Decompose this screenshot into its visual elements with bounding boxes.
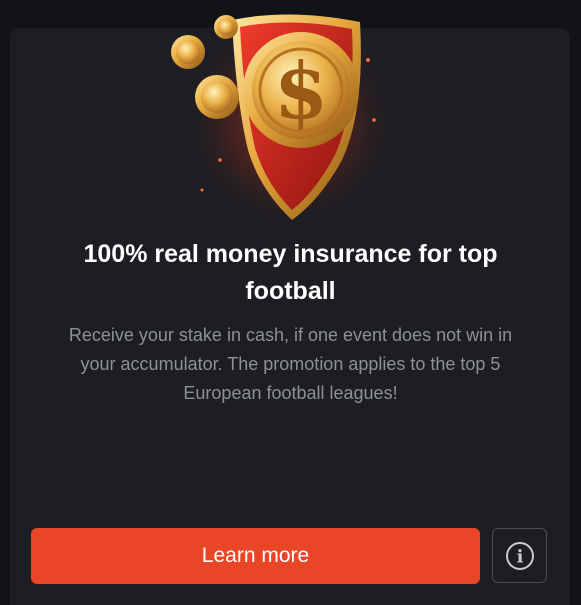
promo-title-line: football: [245, 277, 336, 305]
promo-description-line: your accumulator. The promotion applies …: [80, 354, 501, 374]
info-button[interactable]: i: [492, 528, 547, 583]
coin-dollar-symbol: $: [274, 46, 328, 137]
promo-title-line: 100% real money insurance for top: [83, 240, 498, 268]
dollar-coin-shield-icon: $: [171, 0, 390, 222]
promo-title: 100% real money insurance for top footba…: [0, 236, 581, 310]
info-icon: i: [505, 541, 534, 570]
info-icon-glyph: i: [516, 546, 523, 567]
promo-description: Receive your stake in cash, if one event…: [0, 321, 581, 408]
promo-description-line: European football leagues!: [183, 383, 398, 403]
promo-description-line: Receive your stake in cash, if one event…: [68, 325, 513, 345]
learn-more-button[interactable]: Learn more: [31, 528, 480, 584]
